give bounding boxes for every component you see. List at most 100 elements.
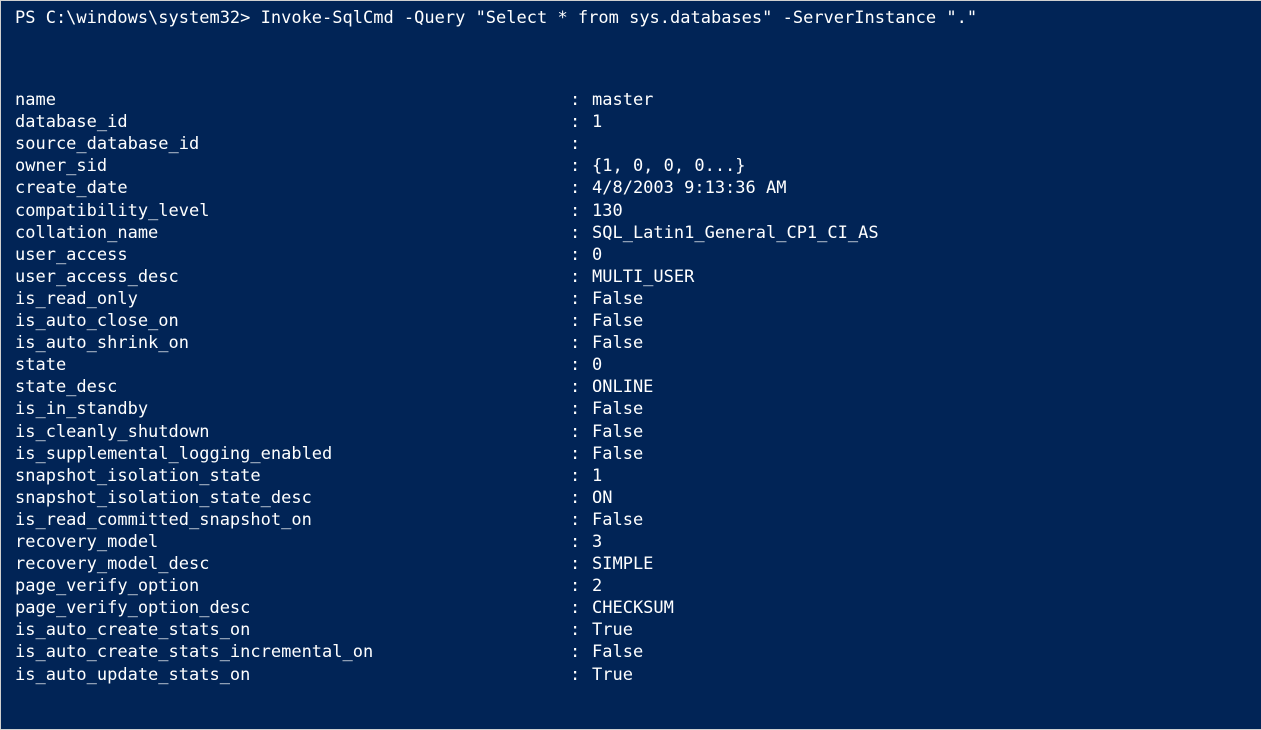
separator: : [570, 155, 592, 177]
property-value: False [592, 398, 1247, 420]
property-key: user_access_desc [15, 266, 570, 288]
separator: : [570, 664, 592, 686]
output-row: state_desc: ONLINE [15, 376, 1247, 398]
separator: : [570, 89, 592, 111]
separator: : [570, 487, 592, 509]
property-value: True [592, 664, 1247, 686]
property-key: compatibility_level [15, 200, 570, 222]
property-value: {1, 0, 0, 0...} [592, 155, 1247, 177]
property-key: collation_name [15, 222, 570, 244]
property-value: SIMPLE [592, 553, 1247, 575]
property-key: is_auto_shrink_on [15, 332, 570, 354]
property-key: recovery_model [15, 531, 570, 553]
separator: : [570, 111, 592, 133]
prompt-line[interactable]: PS C:\windows\system32> Invoke-SqlCmd -Q… [1, 7, 1261, 29]
property-value: 0 [592, 354, 1247, 376]
separator: : [570, 354, 592, 376]
output-row: collation_name: SQL_Latin1_General_CP1_C… [15, 222, 1247, 244]
separator: : [570, 641, 592, 663]
property-key: page_verify_option [15, 575, 570, 597]
property-key: is_auto_update_stats_on [15, 664, 570, 686]
property-key: is_auto_create_stats_on [15, 619, 570, 641]
property-value: ON [592, 487, 1247, 509]
property-value: CHECKSUM [592, 597, 1247, 619]
property-key: is_read_committed_snapshot_on [15, 509, 570, 531]
separator: : [570, 222, 592, 244]
separator: : [570, 310, 592, 332]
output-row: is_auto_create_stats_on: True [15, 619, 1247, 641]
output-row: is_supplemental_logging_enabled: False [15, 443, 1247, 465]
property-key: page_verify_option_desc [15, 597, 570, 619]
output-row: user_access_desc: MULTI_USER [15, 266, 1247, 288]
separator: : [570, 398, 592, 420]
output-row: is_auto_shrink_on: False [15, 332, 1247, 354]
property-key: snapshot_isolation_state_desc [15, 487, 570, 509]
property-value: ONLINE [592, 376, 1247, 398]
output-row: snapshot_isolation_state: 1 [15, 465, 1247, 487]
property-key: create_date [15, 177, 570, 199]
property-value: SQL_Latin1_General_CP1_CI_AS [592, 222, 1247, 244]
output-row: database_id: 1 [15, 111, 1247, 133]
output-row: page_verify_option: 2 [15, 575, 1247, 597]
property-key: user_access [15, 244, 570, 266]
property-value: 1 [592, 465, 1247, 487]
property-key: owner_sid [15, 155, 570, 177]
property-key: is_cleanly_shutdown [15, 421, 570, 443]
output-row: is_auto_close_on: False [15, 310, 1247, 332]
property-key: is_in_standby [15, 398, 570, 420]
property-value: 130 [592, 200, 1247, 222]
separator: : [570, 597, 592, 619]
property-value: False [592, 288, 1247, 310]
output-row: owner_sid: {1, 0, 0, 0...} [15, 155, 1247, 177]
separator: : [570, 575, 592, 597]
property-key: database_id [15, 111, 570, 133]
property-value: True [592, 619, 1247, 641]
property-value: 3 [592, 531, 1247, 553]
property-key: recovery_model_desc [15, 553, 570, 575]
property-value: MULTI_USER [592, 266, 1247, 288]
property-value: 2 [592, 575, 1247, 597]
output-row: create_date: 4/8/2003 9:13:36 AM [15, 177, 1247, 199]
output-row: is_read_committed_snapshot_on: False [15, 509, 1247, 531]
output-row: snapshot_isolation_state_desc: ON [15, 487, 1247, 509]
output-row: name: master [15, 89, 1247, 111]
property-key: snapshot_isolation_state [15, 465, 570, 487]
separator: : [570, 133, 592, 155]
property-value: False [592, 509, 1247, 531]
separator: : [570, 509, 592, 531]
separator: : [570, 421, 592, 443]
output-row: state: 0 [15, 354, 1247, 376]
output-row: is_in_standby: False [15, 398, 1247, 420]
output-row: is_auto_create_stats_incremental_on: Fal… [15, 641, 1247, 663]
separator: : [570, 200, 592, 222]
property-key: state_desc [15, 376, 570, 398]
property-value: False [592, 332, 1247, 354]
output-row: compatibility_level: 130 [15, 200, 1247, 222]
output-row: page_verify_option_desc: CHECKSUM [15, 597, 1247, 619]
property-key: is_auto_close_on [15, 310, 570, 332]
property-value: master [592, 89, 1247, 111]
output-row: is_read_only: False [15, 288, 1247, 310]
separator: : [570, 553, 592, 575]
output-row: source_database_id: [15, 133, 1247, 155]
separator: : [570, 465, 592, 487]
output-row: is_auto_update_stats_on: True [15, 664, 1247, 686]
property-key: name [15, 89, 570, 111]
property-key: is_auto_create_stats_incremental_on [15, 641, 570, 663]
separator: : [570, 288, 592, 310]
property-key: is_read_only [15, 288, 570, 310]
separator: : [570, 177, 592, 199]
property-value: False [592, 310, 1247, 332]
property-value: 4/8/2003 9:13:36 AM [592, 177, 1247, 199]
property-value: False [592, 421, 1247, 443]
separator: : [570, 376, 592, 398]
output-row: recovery_model: 3 [15, 531, 1247, 553]
property-value [592, 133, 1247, 155]
output-row: user_access: 0 [15, 244, 1247, 266]
separator: : [570, 244, 592, 266]
separator: : [570, 266, 592, 288]
property-key: source_database_id [15, 133, 570, 155]
property-value: False [592, 443, 1247, 465]
property-value: 1 [592, 111, 1247, 133]
separator: : [570, 332, 592, 354]
